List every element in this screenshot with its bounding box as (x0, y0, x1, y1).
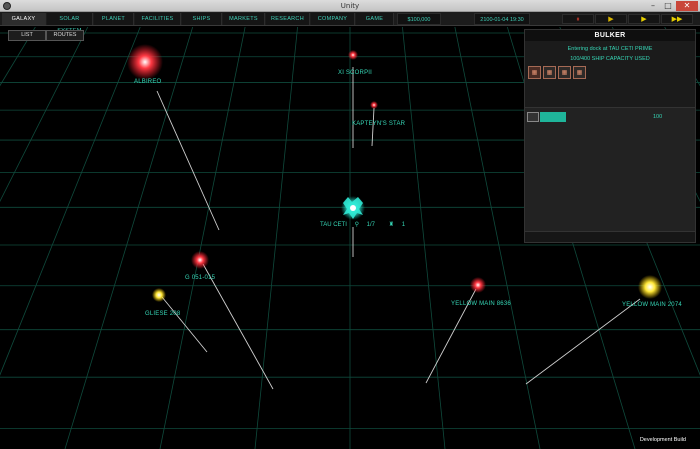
window-titlebar: Unity – □ ✕ (0, 0, 700, 12)
star-g-051-015[interactable] (191, 251, 209, 269)
window-title: Unity (340, 2, 360, 10)
ship-status: Entering dock at TAU CETI PRIME (567, 46, 653, 52)
ship-info-panel: BULKER Entering dock at TAU CETI PRIME 1… (524, 29, 696, 243)
top-nav-bar: GALAXY SOLAR SYSTEM PLANET FACILITIES SH… (0, 12, 700, 34)
play-slow-icon: ▶ (608, 15, 614, 23)
play-button[interactable]: ▶ (628, 14, 660, 24)
star-label-xi-scorpii: XI SCORPII (338, 70, 373, 76)
nav-tab-company[interactable]: COMPANY (311, 13, 355, 25)
star-albireo[interactable] (127, 44, 163, 80)
routes-button[interactable]: ROUTES (46, 30, 84, 41)
star-tau-ceti[interactable] (341, 196, 365, 220)
star-label-gliese-208: GLIESE 208 (145, 311, 181, 317)
nav-tab-ships[interactable]: SHIPS (182, 13, 222, 25)
star-label-yellow-main-2074: YELLOW MAIN 2074 (622, 302, 682, 308)
fast-forward-button[interactable]: ▶▶ (661, 14, 693, 24)
cargo-amount: 100 (653, 114, 663, 120)
star-kapteyns-star[interactable] (370, 101, 378, 109)
star-gliese-208[interactable] (152, 288, 166, 302)
planet-icon: ⚲ (354, 222, 359, 228)
date-display: 2100-01-04 19:30 (474, 13, 530, 25)
panel-footer (525, 231, 695, 242)
planet-count: ⚲ 1/7 (354, 222, 375, 228)
close-button[interactable]: ✕ (676, 1, 698, 11)
development-build-label: Development Build (639, 437, 686, 443)
cargo-slot-icon[interactable]: ▦ (573, 66, 586, 79)
star-yellow-main-8636[interactable] (470, 277, 486, 293)
cargo-slot-icon[interactable]: ▦ (543, 66, 556, 79)
star-label-kapteyns-star: KAPTEYN'S STAR (352, 121, 406, 127)
star-label-g-051-015: G 051-015 (185, 275, 216, 281)
nav-tab-game[interactable]: GAME (356, 13, 394, 25)
cargo-slot-icon[interactable]: ▦ (528, 66, 541, 79)
nav-tab-markets[interactable]: MARKETS (223, 13, 265, 25)
ship-name: BULKER (525, 30, 695, 41)
cargo-item-icon (527, 112, 539, 122)
star-label-albireo: ALBIREO (134, 79, 162, 85)
view-toggle: LIST ROUTES (8, 30, 84, 41)
cargo-list: 100 (525, 107, 695, 231)
play-icon: ▶ (641, 15, 647, 23)
nav-tab-research[interactable]: RESEARCH (266, 13, 310, 25)
pause-icon: ⏸ (576, 15, 580, 23)
star-label-yellow-main-8636: YELLOW MAIN 8636 (451, 301, 511, 307)
facility-icon: ♜ (388, 222, 395, 228)
star-label-tau-ceti: TAU CETI (320, 222, 347, 228)
nav-tab-planet[interactable]: PLANET (94, 13, 134, 25)
facility-count: ♜ 1 (388, 222, 406, 228)
nav-tab-galaxy[interactable]: GALAXY (2, 13, 46, 25)
star-yellow-main-2074[interactable] (638, 275, 662, 299)
nav-tab-facilities[interactable]: FACILITIES (135, 13, 181, 25)
ship-capacity: 100/400 SHIP CAPACITY USED (570, 56, 650, 62)
maximize-button[interactable]: □ (661, 1, 675, 11)
tau-ceti-info: TAU CETI ⚲ 1/7 ♜ 1 (320, 221, 417, 229)
minimize-button[interactable]: – (646, 1, 660, 11)
money-display: $100,000 (397, 13, 441, 25)
fast-forward-icon: ▶▶ (671, 15, 683, 23)
nav-tab-solar-system[interactable]: SOLAR SYSTEM (47, 13, 93, 34)
play-slow-button[interactable]: ▶ (595, 14, 627, 24)
star-xi-scorpii[interactable] (348, 50, 358, 60)
cargo-slots: ▦ ▦ ▦ ▦ (528, 66, 695, 79)
cargo-fill-bar (540, 112, 566, 122)
cargo-slot-icon[interactable]: ▦ (558, 66, 571, 79)
pause-button[interactable]: ⏸ (562, 14, 594, 24)
list-button[interactable]: LIST (8, 30, 46, 41)
